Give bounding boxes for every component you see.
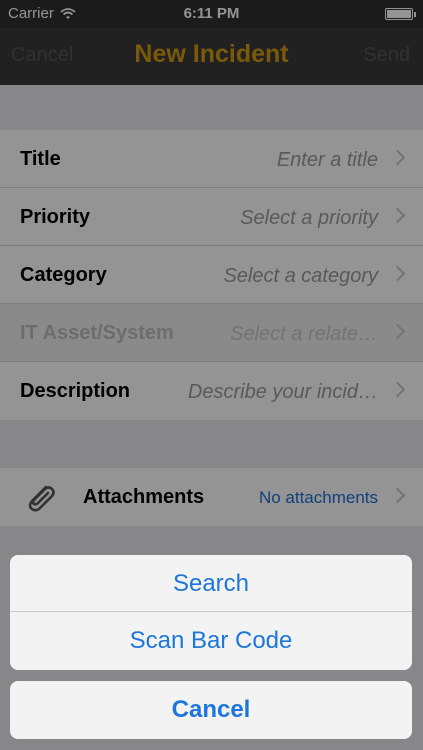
search-button[interactable]: Search (10, 555, 412, 612)
cancel-button[interactable]: Cancel (10, 681, 412, 739)
action-sheet-cancel: Cancel (10, 681, 412, 739)
action-sheet: Search Scan Bar Code (10, 555, 412, 670)
scan-bar-code-button[interactable]: Scan Bar Code (10, 612, 412, 669)
